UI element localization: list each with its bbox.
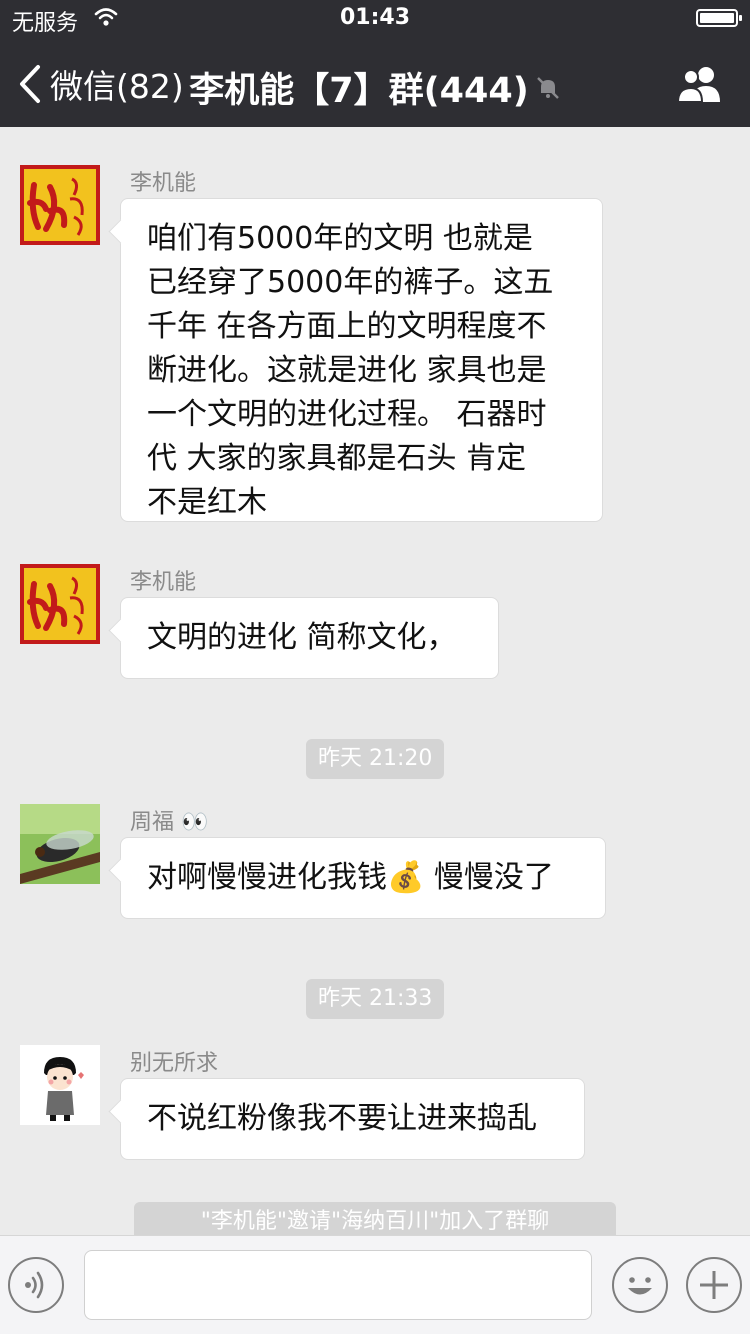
sender-name: 周福 👀	[130, 810, 209, 835]
message-text: 不说红粉像我不要让进来捣乱	[147, 1101, 537, 1136]
battery-icon	[696, 9, 742, 27]
app-header: 无服务 01:43 微信(82) 李机能【7】群(444)	[0, 0, 750, 127]
message-line: 已经穿了5000年的裤子。这五	[147, 265, 554, 300]
message-text: 文明的进化 简称文化，	[147, 620, 457, 655]
emoji-button[interactable]	[612, 1257, 668, 1313]
message-bubble[interactable]: 文明的进化 简称文化，	[120, 597, 499, 679]
group-members-icon[interactable]	[676, 64, 724, 104]
chat-title-text: 李机能【7】群(444)	[189, 71, 529, 111]
avatar-red-calligraphy[interactable]	[20, 165, 100, 245]
message-list[interactable]: 李机能 咱们有5000年的文明 也就是 已经穿了5000年的裤子。这五 千年 在…	[0, 127, 750, 1235]
sender-name: 别无所求	[130, 1051, 219, 1076]
message-line: 千年 在各方面上的文明程度不	[147, 309, 547, 344]
voice-icon	[25, 1271, 44, 1299]
sender-name: 李机能	[130, 171, 197, 196]
message-line: 代 大家的家具都是石头 肯定	[147, 441, 527, 476]
money-bag-emoji: 💰	[387, 860, 425, 895]
avatar-cicada[interactable]	[20, 804, 100, 884]
message-text: 慢慢没了	[424, 860, 554, 895]
avatar-cartoon-girl[interactable]	[20, 1045, 100, 1125]
emoji-icon	[628, 1277, 652, 1295]
status-time: 01:43	[339, 5, 411, 30]
sender-name: 李机能	[130, 570, 197, 595]
timestamp-divider: 昨天 21:20	[306, 739, 445, 779]
voice-button[interactable]	[8, 1257, 64, 1313]
mute-bell-icon	[536, 76, 559, 99]
chat-title: 李机能【7】群(444)	[0, 62, 750, 113]
status-bar: 无服务 01:43	[0, 0, 750, 40]
message-bubble[interactable]: 不说红粉像我不要让进来捣乱	[120, 1078, 585, 1160]
message-line: 断进化。这就是进化 家具也是	[147, 353, 547, 388]
plus-button[interactable]	[686, 1257, 742, 1313]
message-line: 咱们有5000年的文明 也就是	[147, 221, 533, 256]
message-text: 对啊慢慢进化我钱	[147, 860, 387, 895]
input-bar	[0, 1235, 750, 1334]
message-bubble[interactable]: 咱们有5000年的文明 也就是 已经穿了5000年的裤子。这五 千年 在各方面上…	[120, 198, 603, 522]
message-line: 不是红木	[147, 485, 267, 520]
message-input[interactable]	[84, 1250, 592, 1320]
system-notice: "李机能"邀请"海纳百川"加入了群聊	[134, 1202, 616, 1235]
plus-icon	[700, 1271, 728, 1299]
timestamp-divider: 昨天 21:33	[306, 979, 445, 1019]
message-bubble[interactable]: 对啊慢慢进化我钱💰 慢慢没了	[120, 837, 606, 919]
message-line: 一个文明的进化过程。 石器时	[147, 397, 547, 432]
avatar-red-calligraphy[interactable]	[20, 564, 100, 644]
nav-bar: 微信(82) 李机能【7】群(444)	[0, 40, 750, 127]
